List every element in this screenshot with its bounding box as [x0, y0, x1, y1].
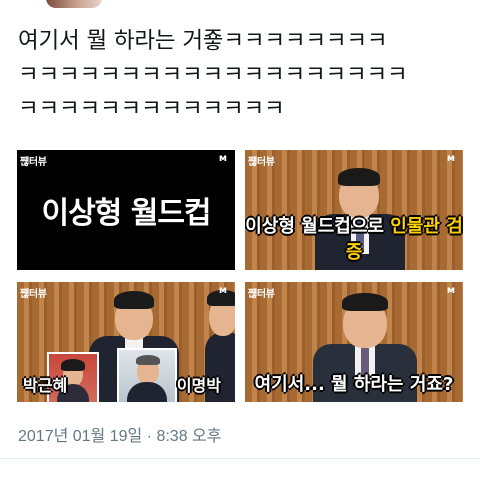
avatar[interactable] [46, 0, 102, 8]
tile-caption: 여기서... 뭘 하라는 거죠? [254, 374, 454, 395]
source-badge: 쨶터뷰 [248, 289, 275, 300]
m-logo-icon: ᴍ [218, 153, 228, 164]
tile-caption: 이상형 월드컵으로 인물관 검증 [245, 212, 463, 264]
m-logo-icon: ᴍ [446, 285, 456, 296]
tweet-line: ㅋㅋㅋㅋㅋㅋㅋㅋㅋㅋㅋㅋㅋㅋㅋㅋㅋㅋㅋ [18, 62, 408, 88]
media-tile-3[interactable]: 쨶터뷰 ᴍ 박근혜 이명박 [17, 282, 235, 402]
media-grid: 쨶터뷰 ᴍ 이상형 월드컵 쨶터뷰 ᴍ 이상형 월드컵으로 인물관 검증 쨶터뷰… [17, 150, 463, 402]
media-tile-4[interactable]: 쨶터뷰 ᴍ 여기서... 뭘 하라는 거죠? [245, 282, 463, 402]
photo-card-right [117, 348, 177, 402]
divider [0, 458, 480, 459]
media-tile-2[interactable]: 쨶터뷰 ᴍ 이상형 월드컵으로 인물관 검증 [245, 150, 463, 270]
tweet-text: 여기서 뭘 하라는 거죻ㅋㅋㅋㅋㅋㅋㅋㅋ ㅋㅋㅋㅋㅋㅋㅋㅋㅋㅋㅋㅋㅋㅋㅋㅋㅋㅋㅋ… [18, 24, 466, 126]
m-logo-icon: ᴍ [218, 285, 228, 296]
tile-title: 이상형 월드컵 [41, 196, 211, 231]
tweet-line: ㅋㅋㅋㅋㅋㅋㅋㅋㅋㅋㅋㅋㅋ [18, 96, 285, 122]
caption-text: 이상형 월드컵으로 [245, 216, 391, 237]
source-badge: 쨶터뷰 [20, 157, 47, 168]
m-logo-icon: ᴍ [446, 153, 456, 164]
tweet-line: 여기서 뭘 하라는 거죻ㅋㅋㅋㅋㅋㅋㅋㅋ [18, 28, 388, 54]
source-badge: 쨶터뷰 [248, 157, 275, 168]
name-label-left: 박근혜 [23, 376, 68, 395]
source-badge: 쨶터뷰 [20, 289, 47, 300]
media-tile-1[interactable]: 쨶터뷰 ᴍ 이상형 월드컵 [17, 150, 235, 270]
tweet-timestamp[interactable]: 2017년 01월 19일 · 8:38 오후 [18, 422, 221, 446]
name-label-right: 이명박 [176, 376, 221, 395]
